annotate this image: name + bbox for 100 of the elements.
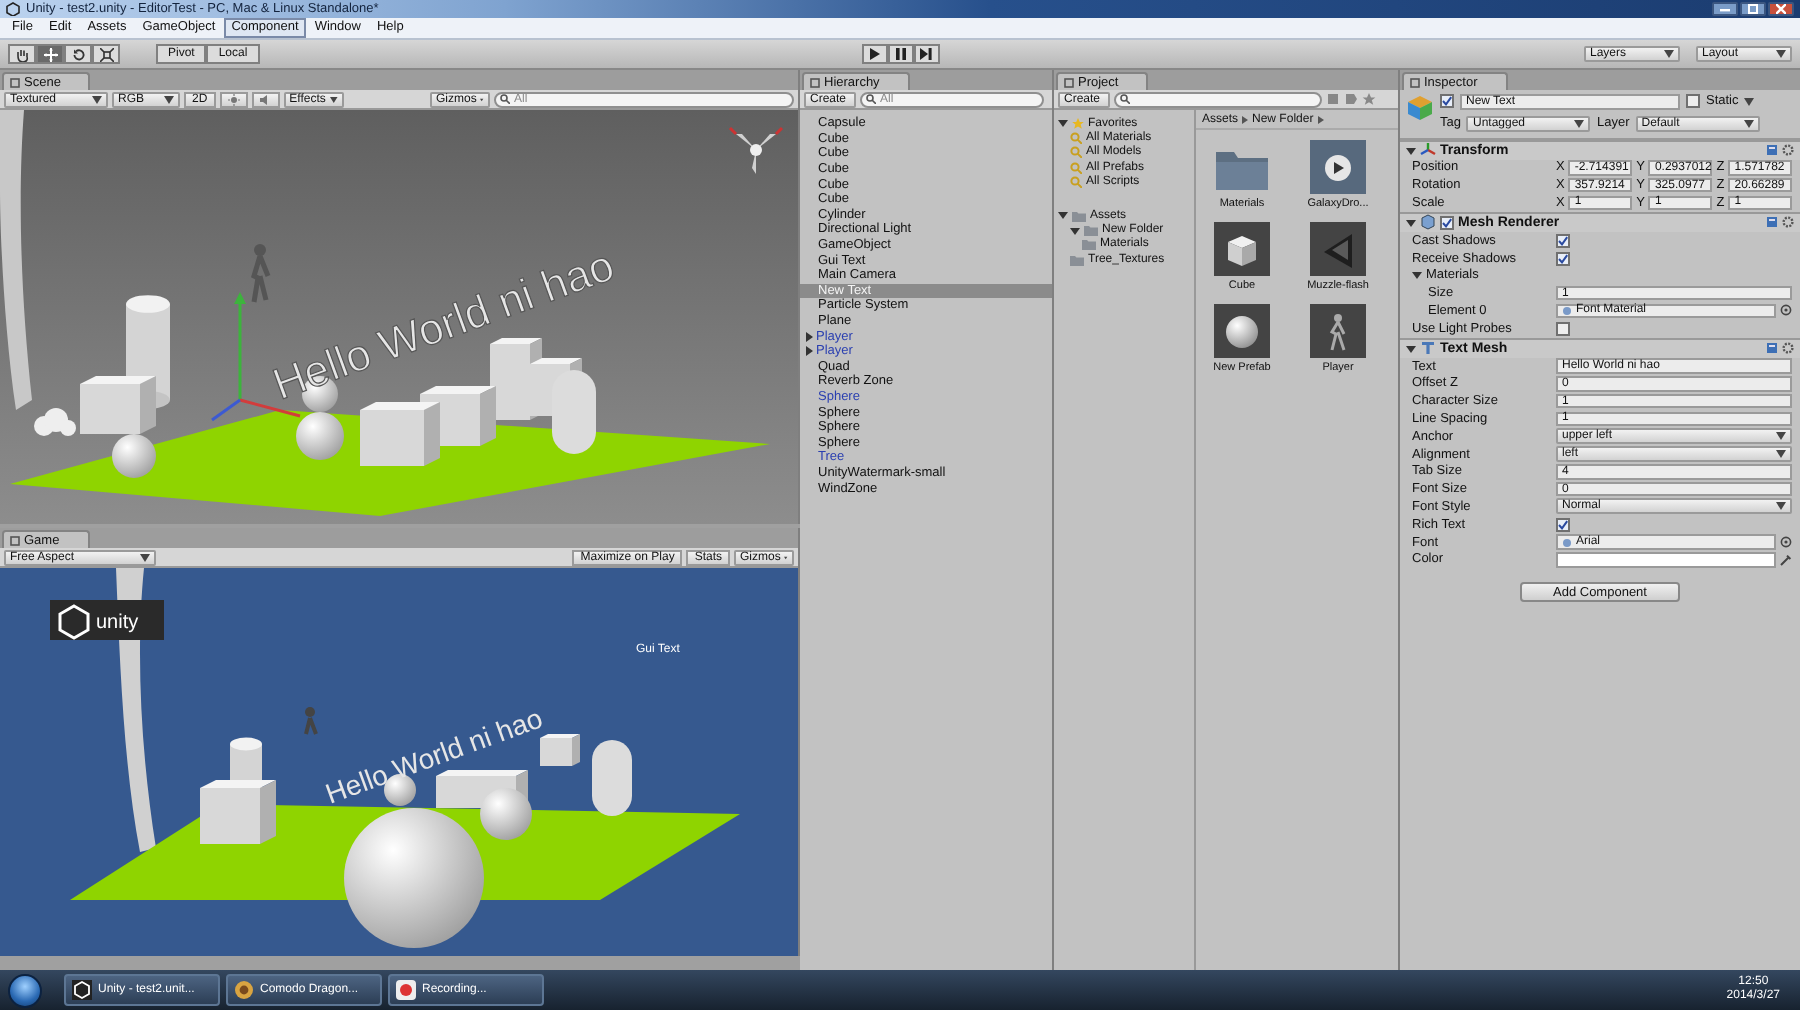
- book-icon[interactable]: [1766, 342, 1778, 355]
- tool-button[interactable]: [36, 44, 64, 64]
- cube-icon: [1406, 94, 1434, 122]
- checkbox[interactable]: [1556, 321, 1570, 336]
- logo-badge: [50, 600, 164, 640]
- rotate-icon: [71, 47, 85, 61]
- caret-icon: [1744, 97, 1755, 106]
- color-field[interactable]: [1556, 552, 1776, 568]
- foldout-arrow-icon[interactable]: [804, 346, 814, 357]
- pause-icon: [895, 48, 905, 60]
- pause-button[interactable]: [887, 44, 913, 64]
- caret-icon: [1664, 50, 1674, 58]
- settings-icon[interactable]: [1782, 144, 1794, 156]
- checkbox[interactable]: [1440, 215, 1454, 230]
- tool-button[interactable]: [92, 44, 120, 64]
- object-icon: [1562, 537, 1572, 548]
- sun-icon: [227, 93, 240, 105]
- effect-thumbnail[interactable]: [1310, 222, 1366, 276]
- hand-icon: [15, 47, 29, 61]
- settings-icon[interactable]: [1782, 342, 1794, 355]
- floating-3d-text: Hello World ni hao: [321, 701, 547, 810]
- check-icon: [1442, 96, 1452, 107]
- caret-icon: [92, 95, 102, 103]
- chevron-icon: [1242, 115, 1249, 123]
- scale-icon: [99, 47, 113, 61]
- star-icon[interactable]: [1362, 92, 1376, 106]
- mesh-icon: [1420, 214, 1436, 231]
- foldout-arrow-icon[interactable]: [1058, 118, 1068, 129]
- minimize-icon: [1720, 6, 1730, 12]
- panel-icon: [810, 77, 820, 87]
- checkbox[interactable]: [1686, 94, 1700, 109]
- check-icon: [1558, 519, 1568, 530]
- checkbox[interactable]: [1556, 251, 1570, 266]
- character-figure-drawing: [251, 244, 271, 305]
- checkbox[interactable]: [1556, 517, 1570, 532]
- orientation-gizmo[interactable]: [728, 126, 784, 174]
- star-icon: [1072, 117, 1084, 130]
- foldout-arrow-icon[interactable]: [1412, 270, 1422, 281]
- search-icon: [1120, 94, 1130, 104]
- search-icon: [500, 94, 510, 104]
- lighting-toggle[interactable]: [219, 91, 248, 107]
- particle-system-icon: [34, 408, 76, 436]
- globe-icon: [234, 980, 254, 1000]
- book-icon[interactable]: [1766, 216, 1778, 229]
- caret-icon: [1743, 119, 1754, 127]
- text-icon: [1420, 340, 1436, 357]
- panel-icon: [1410, 77, 1420, 87]
- eyedropper-icon[interactable]: [1780, 553, 1792, 566]
- target-icon[interactable]: [1780, 536, 1792, 549]
- start-button[interactable]: [8, 973, 42, 1007]
- checkbox[interactable]: [1556, 233, 1570, 248]
- audio-toggle[interactable]: [251, 91, 280, 107]
- cube-app-icon: [72, 980, 92, 1000]
- maximize-icon: [1748, 4, 1758, 14]
- checkbox[interactable]: [1440, 94, 1454, 109]
- move-icon: [43, 47, 57, 61]
- maximize-button[interactable]: [1740, 2, 1766, 16]
- target-icon[interactable]: [1780, 304, 1792, 317]
- search-icon: [866, 94, 876, 104]
- record-icon: [396, 980, 416, 1000]
- caret-icon: [1776, 502, 1786, 511]
- book-icon[interactable]: [1766, 144, 1778, 156]
- caret-icon: [1776, 50, 1786, 58]
- character-figure-drawing: [304, 707, 318, 736]
- step-button[interactable]: [913, 44, 939, 64]
- floating-3d-text: Hello World ni hao: [266, 239, 621, 410]
- caret-icon: [329, 95, 338, 103]
- minimize-button[interactable]: [1712, 2, 1738, 16]
- media-thumbnail[interactable]: [1310, 140, 1366, 194]
- tool-button[interactable]: [64, 44, 92, 64]
- foldout-arrow-icon[interactable]: [1058, 210, 1068, 221]
- caret-icon: [1574, 119, 1585, 127]
- caret-icon: [164, 95, 174, 103]
- foldout-arrow-icon[interactable]: [1406, 145, 1416, 155]
- logo-text: unity: [96, 612, 139, 634]
- check-icon: [1442, 217, 1452, 228]
- tool-button[interactable]: [8, 44, 36, 64]
- panel-icon: [10, 535, 20, 545]
- close-button[interactable]: [1768, 2, 1794, 16]
- foldout-arrow-icon[interactable]: [804, 331, 814, 342]
- character-thumbnail[interactable]: [1310, 304, 1366, 358]
- sphere-thumbnail[interactable]: [1214, 304, 1270, 358]
- step-icon: [920, 48, 932, 60]
- object-icon: [1562, 305, 1572, 316]
- axes-icon: [1420, 142, 1436, 158]
- foldout-arrow-icon[interactable]: [1070, 225, 1080, 236]
- panel-icon: [10, 77, 20, 87]
- settings-icon[interactable]: [1782, 216, 1794, 229]
- search-field[interactable]: [1114, 91, 1322, 107]
- cube-logo-icon: [58, 604, 90, 640]
- play-icon: [869, 48, 879, 60]
- app-icon: [6, 2, 20, 16]
- chevron-icon: [1317, 115, 1324, 123]
- play-button[interactable]: [861, 44, 887, 64]
- cube-thumbnail[interactable]: [1214, 222, 1270, 276]
- foldout-arrow-icon[interactable]: [1406, 217, 1416, 228]
- caret-icon: [140, 553, 150, 561]
- close-icon: [1776, 4, 1786, 14]
- panel-icon: [1064, 77, 1074, 87]
- foldout-arrow-icon[interactable]: [1406, 343, 1416, 354]
